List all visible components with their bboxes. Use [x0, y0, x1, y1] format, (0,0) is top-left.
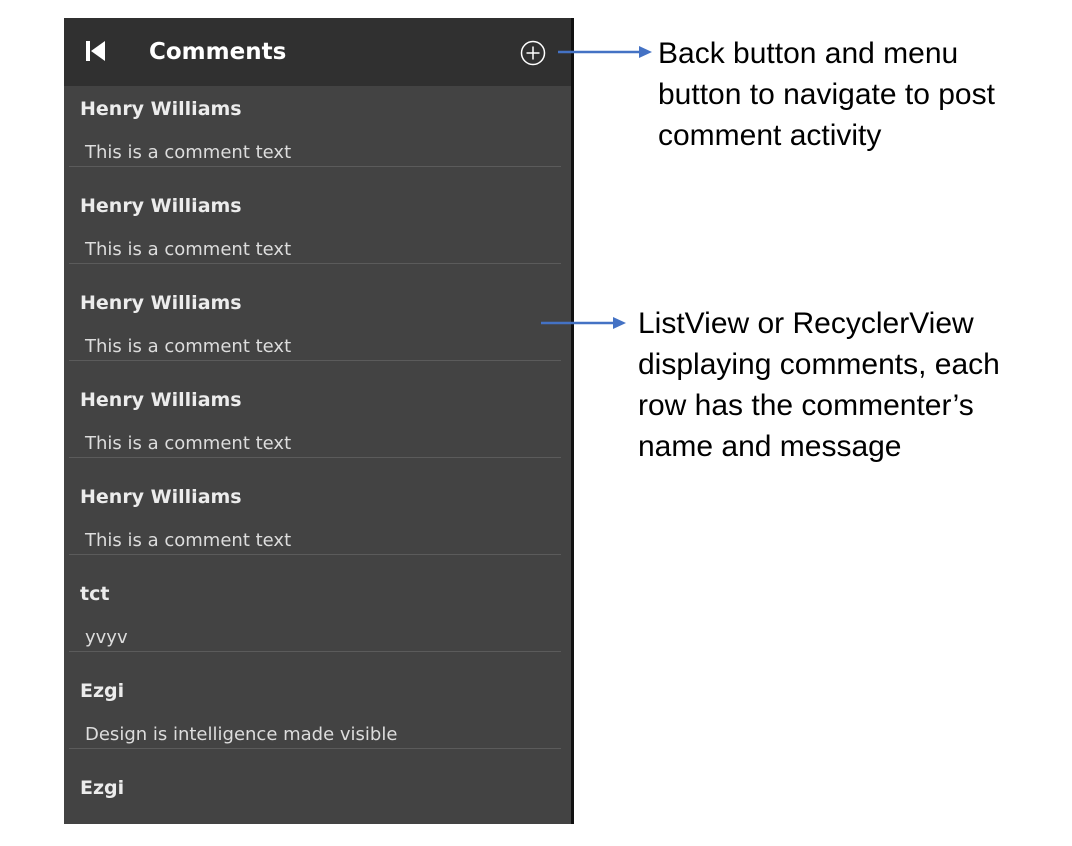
- row-divider: [69, 166, 561, 167]
- phone-screen: Comments Henry Williams This is a commen…: [64, 18, 574, 824]
- comment-author: Henry Williams: [80, 98, 242, 120]
- annotation-line: Back button and menu: [658, 37, 959, 70]
- annotation-line: displaying comments, each: [638, 348, 1000, 381]
- comment-author: tct: [80, 583, 110, 605]
- comment-author: Ezgi: [80, 777, 125, 799]
- list-annotation: ListView or RecyclerView displaying comm…: [638, 303, 1058, 467]
- comment-message: Design is intelligence made visible: [85, 724, 398, 745]
- comment-row[interactable]: Henry Williams This is a comment text: [64, 183, 571, 280]
- row-divider: [69, 457, 561, 458]
- annotation-line: name and message: [638, 430, 902, 463]
- comment-author: Henry Williams: [80, 486, 242, 508]
- comment-row[interactable]: Henry Williams This is a comment text: [64, 280, 571, 377]
- comment-author: Henry Williams: [80, 389, 242, 411]
- comment-row[interactable]: Henry Williams This is a comment text: [64, 86, 571, 183]
- row-divider: [69, 554, 561, 555]
- comment-message: yvyv: [85, 627, 128, 648]
- comment-message: This is a comment text: [85, 239, 292, 260]
- comment-list[interactable]: Henry Williams This is a comment text He…: [64, 86, 571, 824]
- row-divider: [69, 263, 561, 264]
- toolbar-arrowhead: [639, 46, 652, 58]
- annotation-line: ListView or RecyclerView: [638, 307, 974, 340]
- comment-message: This is a comment text: [85, 142, 292, 163]
- annotated-screenshot: Comments Henry Williams This is a commen…: [0, 0, 1072, 846]
- row-divider: [69, 651, 561, 652]
- app-bar: Comments: [64, 18, 571, 86]
- toolbar-annotation: Back button and menu button to navigate …: [658, 33, 1058, 156]
- comment-message: This is a comment text: [85, 530, 292, 551]
- comment-author: Henry Williams: [80, 292, 242, 314]
- comment-row[interactable]: Henry Williams This is a comment text: [64, 474, 571, 571]
- comment-row[interactable]: tct yvyv: [64, 571, 571, 668]
- comment-row[interactable]: Ezgi: [64, 765, 571, 824]
- annotation-line: button to navigate to post: [658, 78, 995, 111]
- comment-row[interactable]: Ezgi Design is intelligence made visible: [64, 668, 571, 765]
- comment-message: This is a comment text: [85, 433, 292, 454]
- comment-author: Ezgi: [80, 680, 125, 702]
- plus-circle-icon[interactable]: [520, 40, 546, 66]
- list-arrowhead: [613, 317, 626, 329]
- comment-row[interactable]: Henry Williams This is a comment text: [64, 377, 571, 474]
- page-title: Comments: [149, 39, 287, 65]
- annotation-line: row has the commenter’s: [638, 389, 974, 422]
- row-divider: [69, 360, 561, 361]
- comment-message: This is a comment text: [85, 336, 292, 357]
- comment-author: Henry Williams: [80, 195, 242, 217]
- skip-back-icon[interactable]: [84, 38, 108, 64]
- annotation-line: comment activity: [658, 119, 882, 152]
- row-divider: [69, 748, 561, 749]
